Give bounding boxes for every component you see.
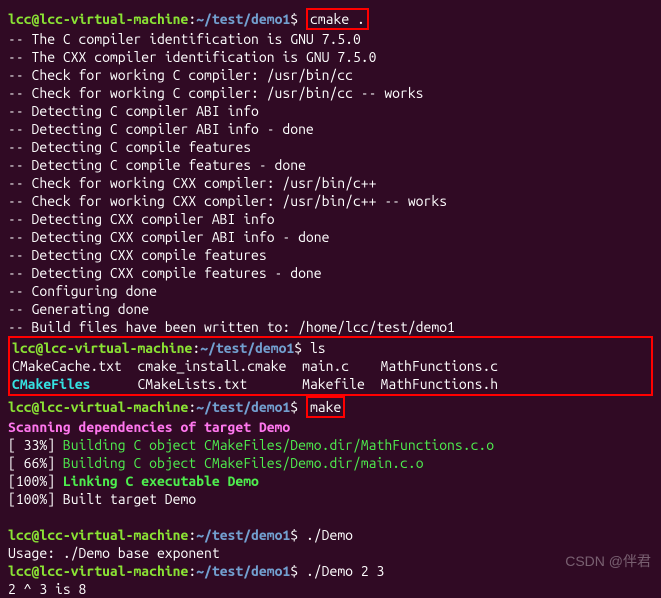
directory-name: CMakeFiles	[12, 376, 90, 392]
hostname: lcc-virtual-machine	[39, 11, 188, 27]
cmake-output: -- Build files have been written to: /ho…	[8, 318, 653, 336]
make-built: [100%] Built target Demo	[8, 490, 653, 508]
prompt-line-1: lcc@lcc-virtual-machine:~/test/demo1$ cm…	[8, 8, 653, 30]
cmake-output: -- Generating done	[8, 300, 653, 318]
terminal-content[interactable]: lcc@lcc-virtual-machine:~/test/demo1$ cm…	[8, 8, 653, 598]
cmake-output: -- Detecting C compile features - done	[8, 156, 653, 174]
prompt-line-3: lcc@lcc-virtual-machine:~/test/demo1$ ma…	[8, 396, 653, 418]
make-step: [ 66%] Building C object CMakeFiles/Demo…	[8, 454, 653, 472]
cmake-output: -- Detecting C compile features	[8, 138, 653, 156]
make-scan: Scanning dependencies of target Demo	[8, 418, 653, 436]
command-cmake: cmake .	[310, 11, 365, 27]
prompt-line-4: lcc@lcc-virtual-machine:~/test/demo1$ ./…	[8, 526, 653, 544]
cmake-output: -- Detecting C compiler ABI info - done	[8, 120, 653, 138]
highlight-make: make	[306, 396, 345, 418]
username: lcc	[8, 11, 32, 27]
cmake-output: -- Check for working CXX compiler: /usr/…	[8, 192, 653, 210]
cmake-output: -- Check for working CXX compiler: /usr/…	[8, 174, 653, 192]
prompt-line-2: lcc@lcc-virtual-machine:~/test/demo1$ ls	[12, 339, 649, 357]
result-output: 2 ^ 3 is 8	[8, 580, 653, 598]
cmake-output: -- Check for working C compiler: /usr/bi…	[8, 66, 653, 84]
prompt-line-5: lcc@lcc-virtual-machine:~/test/demo1$ ./…	[8, 562, 653, 580]
highlight-cmake: cmake .	[306, 8, 369, 30]
cmake-output: -- Check for working C compiler: /usr/bi…	[8, 84, 653, 102]
command-demo-args: ./Demo 2 3	[306, 563, 384, 579]
make-step: [ 33%] Building C object CMakeFiles/Demo…	[8, 436, 653, 454]
highlight-ls-block: lcc@lcc-virtual-machine:~/test/demo1$ ls…	[8, 336, 653, 396]
make-link: [100%] Linking C executable Demo	[8, 472, 653, 490]
cmake-output: -- Detecting CXX compile features - done	[8, 264, 653, 282]
ls-row: CMakeFiles CMakeLists.txt Makefile MathF…	[12, 375, 649, 393]
command-ls: ls	[310, 340, 326, 356]
command-make: make	[310, 399, 341, 415]
watermark: CSDN @伴君	[565, 552, 651, 570]
ls-row: CMakeCache.txt cmake_install.cmake main.…	[12, 357, 649, 375]
cmake-output: -- The CXX compiler identification is GN…	[8, 48, 653, 66]
cmake-output: -- Configuring done	[8, 282, 653, 300]
cmake-output: -- Detecting CXX compiler ABI info - don…	[8, 228, 653, 246]
cwd: ~/test/demo1	[196, 11, 290, 27]
cmake-output: -- Detecting CXX compiler ABI info	[8, 210, 653, 228]
cmake-output: -- Detecting CXX compile features	[8, 246, 653, 264]
cmake-output: -- The C compiler identification is GNU …	[8, 30, 653, 48]
usage-output: Usage: ./Demo base exponent	[8, 544, 653, 562]
cmake-output: -- Detecting C compiler ABI info	[8, 102, 653, 120]
blank-line	[8, 508, 653, 526]
command-demo: ./Demo	[306, 527, 353, 543]
